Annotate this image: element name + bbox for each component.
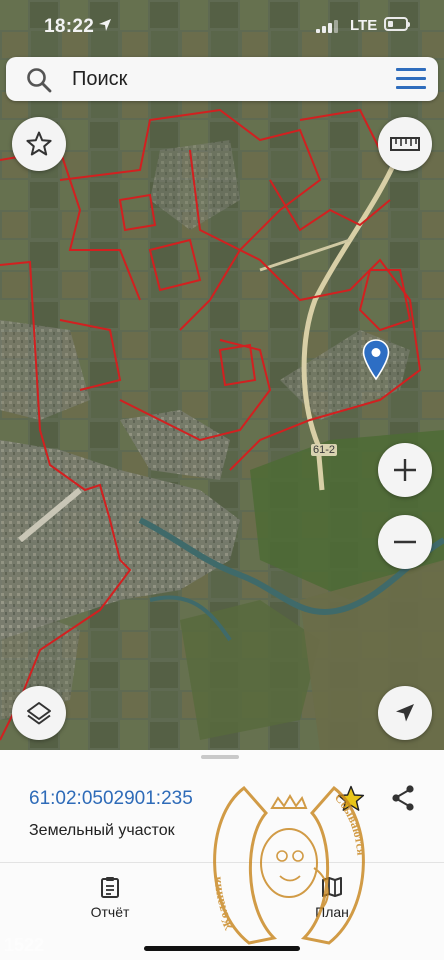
status-bar: 18:22 LTE: [0, 0, 444, 54]
my-location-icon: [396, 704, 414, 722]
favorites-button[interactable]: [12, 117, 66, 171]
tab-report-label: Отчёт: [90, 904, 130, 920]
location-arrow-icon: [99, 19, 111, 31]
map-plan-icon: [322, 877, 342, 897]
my-location-button[interactable]: [378, 686, 432, 740]
location-pin-icon[interactable]: [362, 339, 390, 381]
ruler-button[interactable]: [378, 117, 432, 171]
home-indicator: [144, 946, 300, 951]
road-label: 61-2: [311, 444, 338, 456]
report-clipboard-icon: [101, 877, 119, 898]
zoom-out-icon: [394, 540, 416, 544]
ruler-icon: [390, 137, 420, 151]
signal-icon: [316, 20, 338, 33]
divider: [0, 862, 444, 863]
cadastral-number-link[interactable]: 61:02:0502901:235: [29, 788, 193, 810]
hamburger-menu-icon[interactable]: [394, 67, 428, 91]
status-time: 18:22: [44, 16, 95, 37]
layers-icon: [27, 702, 51, 725]
layers-button[interactable]: [12, 686, 66, 740]
tab-plan-label: План: [315, 904, 349, 920]
watermark-text: 1522: [4, 935, 45, 955]
tab-plan[interactable]: План: [282, 876, 382, 920]
property-details-sheet: 61:02:0502901:235 Земельный участок Отчё…: [0, 750, 444, 960]
search-icon[interactable]: [26, 67, 52, 93]
share-icon[interactable]: [390, 784, 416, 812]
property-type-label: Земельный участок: [29, 822, 175, 839]
star-outline-icon: [26, 131, 52, 156]
zoom-out-button[interactable]: [378, 515, 432, 569]
search-bar: [6, 57, 438, 101]
zoom-in-button[interactable]: [378, 443, 432, 497]
tab-report[interactable]: Отчёт: [60, 876, 160, 920]
search-input[interactable]: [72, 65, 372, 93]
battery-icon: [384, 17, 410, 31]
favorite-star-icon[interactable]: [336, 784, 366, 814]
network-type: LTE: [350, 17, 378, 34]
zoom-in-icon: [394, 459, 416, 481]
sheet-drag-handle[interactable]: [201, 755, 239, 759]
